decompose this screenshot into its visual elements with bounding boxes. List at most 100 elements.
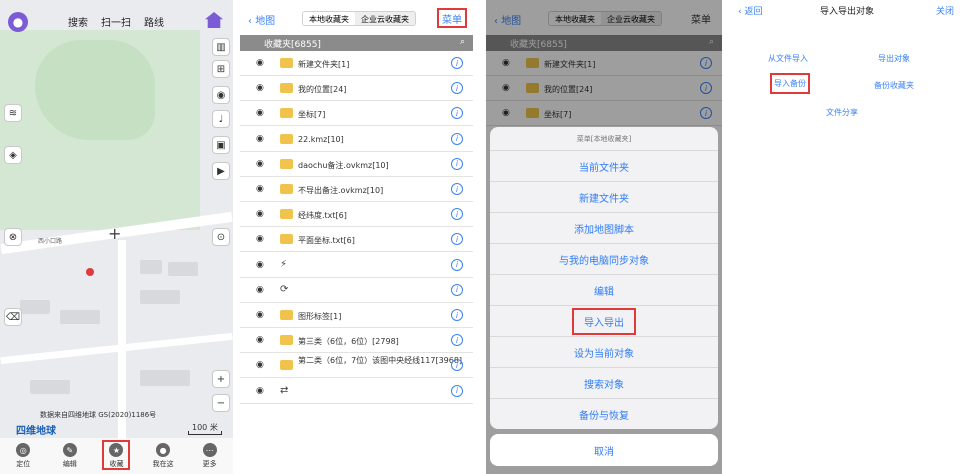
visibility-eye-icon[interactable]: ◉	[256, 58, 264, 68]
zoom-out-button[interactable]: −	[212, 394, 230, 412]
list-item[interactable]: ◉ 第二类（6位，7位）该图中央经线117[3968] i	[240, 353, 473, 379]
tab-locate[interactable]: ◎ 定位	[3, 443, 43, 469]
list-item[interactable]: ◉ 图形标签[1] i	[240, 303, 473, 328]
visibility-eye-icon[interactable]: ◉	[256, 260, 264, 270]
info-icon[interactable]: i	[451, 309, 463, 321]
visibility-eye-icon[interactable]: ◉	[256, 234, 264, 244]
visibility-eye-icon[interactable]: ◉	[256, 209, 264, 219]
list-item[interactable]: ◉ ⚡ i	[240, 252, 473, 278]
record-icon[interactable]: ▣	[212, 136, 230, 154]
park-lawn	[35, 40, 155, 140]
sheet-item-label: 导入导出	[572, 307, 636, 335]
list-item[interactable]: ◉ 坐标[7] i	[240, 101, 473, 127]
visibility-eye-icon[interactable]: ◉	[256, 184, 264, 194]
nav-bar: ‹ 地图 本地收藏夹 企业云收藏夹 菜单	[240, 0, 473, 36]
sheet-item[interactable]: 搜索对象	[490, 368, 718, 399]
visibility-eye-icon[interactable]: ◉	[256, 360, 264, 370]
search-nav[interactable]: 搜索	[68, 14, 88, 29]
segment-local[interactable]: 本地收藏夹	[303, 12, 355, 25]
list-item[interactable]: ◉ 经纬度.txt[6] i	[240, 202, 473, 228]
folder-icon	[280, 335, 293, 346]
list-item[interactable]: ◉ 第三类（6位，6位）[2798] i	[240, 328, 473, 354]
back-label: 地图	[255, 16, 276, 27]
info-icon[interactable]: i	[451, 334, 463, 347]
info-icon[interactable]: i	[451, 359, 463, 372]
info-icon[interactable]: i	[451, 183, 463, 195]
location-pin-icon[interactable]: ⊙	[212, 228, 230, 246]
sheet-item[interactable]: 设为当前对象	[490, 337, 718, 368]
zoom-in-button[interactable]: +	[212, 370, 230, 388]
list-item[interactable]: ◉ daochu备注.ovkmz[10] i	[240, 151, 473, 177]
building	[20, 300, 50, 314]
info-icon[interactable]: i	[451, 283, 463, 296]
sheet-item[interactable]: 添加地图脚本	[490, 213, 718, 244]
item-name: 新建文件夹[1]	[298, 60, 350, 69]
visibility-eye-icon[interactable]: ◉	[256, 386, 264, 396]
scan-nav[interactable]: 扫一扫	[101, 14, 131, 29]
compass-icon[interactable]: ⊗	[4, 228, 22, 246]
home-icon[interactable]	[205, 12, 223, 28]
sheet-item[interactable]: 编辑	[490, 275, 718, 306]
favorites-count: 收藏夹[6855]	[264, 40, 321, 50]
info-icon[interactable]: i	[451, 82, 463, 95]
info-icon[interactable]: i	[451, 57, 463, 69]
visibility-eye-icon[interactable]: ◉	[256, 134, 264, 144]
info-icon[interactable]: i	[451, 157, 463, 170]
visibility-eye-icon[interactable]: ◉	[256, 159, 264, 169]
backup-favorites-link[interactable]: 备份收藏夹	[874, 80, 914, 91]
video-icon[interactable]: ▶	[212, 162, 230, 180]
menu-button[interactable]: 菜单	[437, 8, 467, 28]
visibility-eye-icon[interactable]: ◉	[256, 83, 264, 93]
road-label: 西小口路	[38, 238, 63, 245]
list-item[interactable]: ◉ ⇄ i	[240, 378, 473, 404]
list-item[interactable]: ◉ 新建文件夹[1] i	[240, 51, 473, 76]
info-icon[interactable]: i	[451, 258, 463, 271]
sheet-item[interactable]: 导入导出	[490, 306, 718, 337]
import-from-file-link[interactable]: 从文件导入	[768, 53, 808, 64]
cancel-button[interactable]: 取消	[490, 434, 718, 466]
sheet-item[interactable]: 当前文件夹	[490, 151, 718, 182]
list-item[interactable]: ◉ 我的位置[24] i	[240, 76, 473, 102]
item-name: 不导出备注.ovkmz[10]	[298, 186, 384, 195]
info-icon[interactable]: i	[451, 233, 463, 246]
tab-here[interactable]: ● 我在这	[143, 443, 183, 469]
list-item[interactable]: ◉ 平面坐标.txt[6] i	[240, 227, 473, 253]
export-objects-link[interactable]: 导出对象	[878, 53, 910, 64]
visibility-eye-icon[interactable]: ◉	[256, 285, 264, 295]
cube-icon[interactable]: ◈	[4, 146, 22, 164]
import-backup-link[interactable]: 导入备份	[770, 73, 810, 94]
building	[168, 262, 198, 276]
back-button[interactable]: ‹ 返回	[738, 4, 762, 17]
visibility-eye-icon[interactable]: ◉	[256, 108, 264, 118]
sheet-item-label: 添加地图脚本	[574, 224, 634, 236]
microphone-icon[interactable]: ♩	[212, 110, 230, 128]
camera-icon[interactable]: ◉	[212, 86, 230, 104]
file-share-link[interactable]: 文件分享	[826, 107, 858, 118]
poi-marker-icon[interactable]	[86, 268, 94, 276]
trash-icon[interactable]: ⌫	[4, 308, 22, 326]
book-icon[interactable]: ▥	[212, 38, 230, 56]
search-icon[interactable]: ⌕	[460, 37, 465, 47]
speed-icon[interactable]: ⊞	[212, 60, 230, 78]
info-icon[interactable]: i	[451, 132, 463, 145]
list-item[interactable]: ◉ ⟳ i	[240, 277, 473, 303]
info-icon[interactable]: i	[451, 208, 463, 221]
tab-edit[interactable]: ✎ 编辑	[50, 443, 90, 469]
info-icon[interactable]: i	[451, 107, 463, 120]
tab-more[interactable]: ⋯ 更多	[190, 443, 230, 469]
route-nav[interactable]: 路线	[144, 14, 164, 29]
segment-cloud[interactable]: 企业云收藏夹	[355, 12, 415, 25]
user-avatar-icon[interactable]: ●	[8, 12, 28, 32]
list-item[interactable]: ◉ 22.kmz[10] i	[240, 126, 473, 152]
layers-icon[interactable]: ≋	[4, 104, 22, 122]
info-icon[interactable]: i	[451, 384, 463, 397]
visibility-eye-icon[interactable]: ◉	[256, 335, 264, 345]
list-item[interactable]: ◉ 不导出备注.ovkmz[10] i	[240, 177, 473, 202]
sheet-item[interactable]: 备份与恢复	[490, 399, 718, 430]
back-button[interactable]: ‹ 地图	[248, 12, 275, 27]
item-name: 平面坐标.txt[6]	[298, 236, 355, 246]
sheet-item[interactable]: 与我的电脑同步对象	[490, 244, 718, 275]
sheet-item[interactable]: 新建文件夹	[490, 182, 718, 213]
visibility-eye-icon[interactable]: ◉	[256, 310, 264, 320]
close-button[interactable]: 关闭	[936, 4, 954, 17]
